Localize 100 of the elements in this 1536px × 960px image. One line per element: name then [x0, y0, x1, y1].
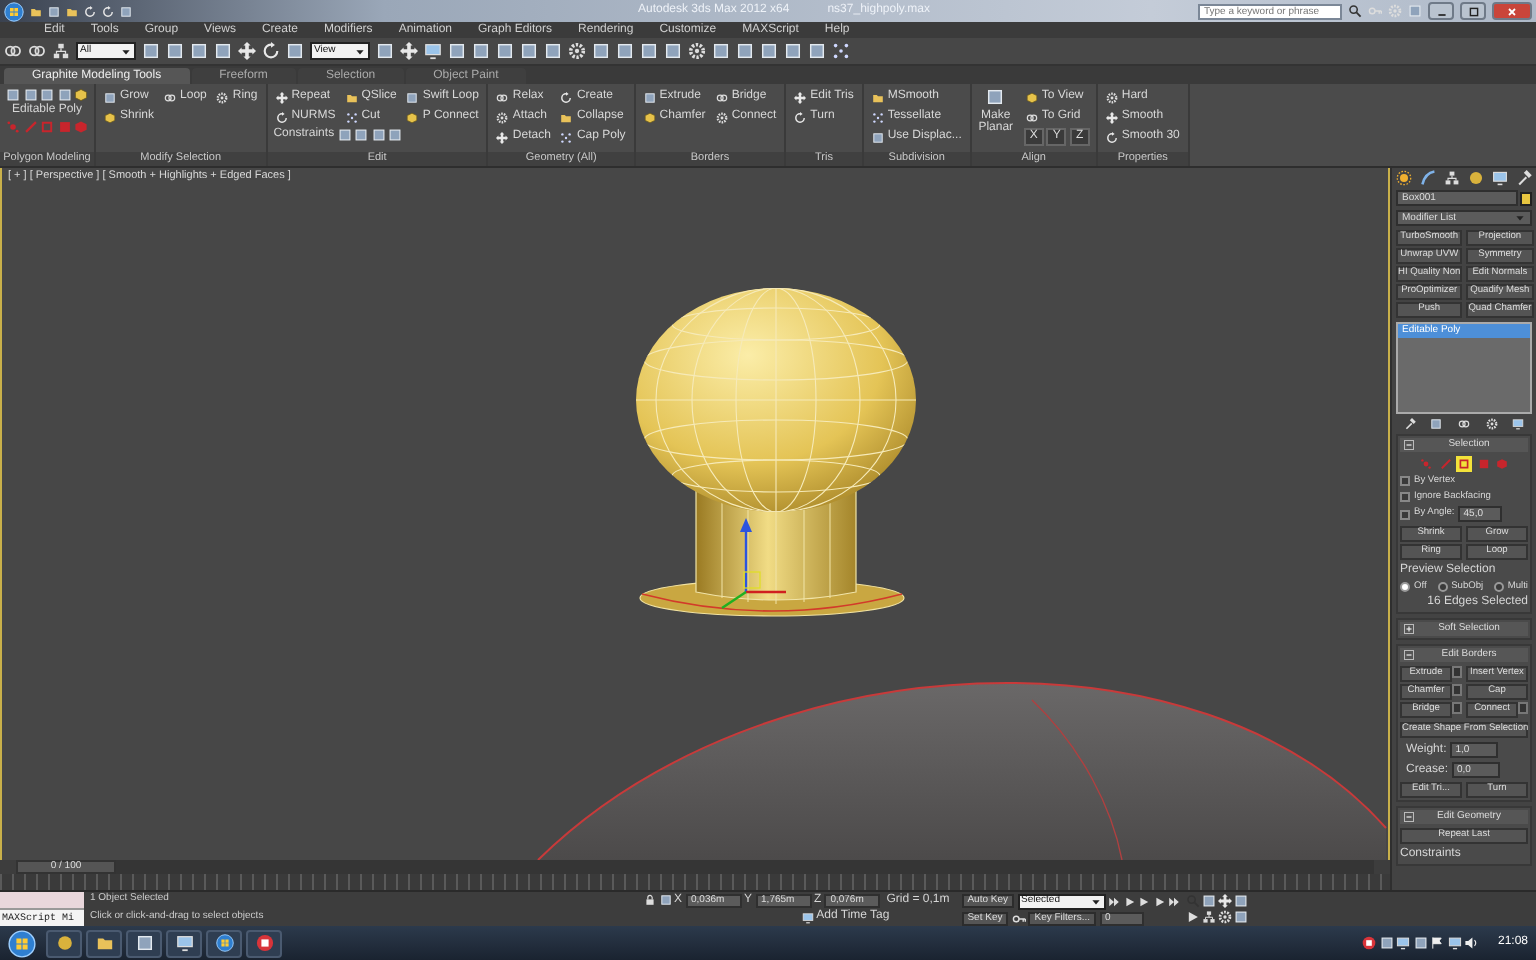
curve-icon[interactable]	[1420, 170, 1436, 186]
taskbar-app-button[interactable]	[166, 929, 202, 957]
square-icon[interactable]	[354, 128, 369, 142]
folder-icon[interactable]	[30, 5, 42, 17]
square-icon[interactable]	[664, 42, 682, 60]
cube-icon	[1025, 91, 1038, 103]
link-icon[interactable]	[1457, 418, 1470, 430]
taskbar-app-button[interactable]	[206, 929, 242, 957]
square-icon[interactable]	[1379, 936, 1394, 950]
move-icon[interactable]	[238, 42, 256, 60]
taskbar-app-button[interactable]	[246, 929, 282, 957]
hierarchy-icon[interactable]	[52, 42, 70, 60]
stop-icon[interactable]	[1362, 936, 1377, 950]
square-icon[interactable]	[40, 88, 54, 102]
square-icon[interactable]	[1430, 418, 1443, 430]
square-icon[interactable]	[544, 42, 562, 60]
link-icon	[164, 91, 177, 103]
square-icon[interactable]	[496, 42, 514, 60]
square-icon[interactable]	[472, 42, 490, 60]
square-icon[interactable]	[592, 42, 610, 60]
square-icon[interactable]	[286, 42, 304, 60]
settings-button[interactable]	[1452, 702, 1462, 715]
square-icon[interactable]	[1413, 936, 1428, 950]
folder-icon[interactable]	[66, 5, 78, 17]
square-icon[interactable]	[712, 42, 730, 60]
cube-icon[interactable]	[74, 88, 88, 102]
square-icon[interactable]	[190, 42, 208, 60]
square-icon[interactable]	[6, 88, 20, 102]
taskbar-app-button[interactable]	[86, 929, 122, 957]
move-icon	[794, 91, 807, 103]
square-icon[interactable]	[214, 42, 232, 60]
search-icon[interactable]	[1348, 4, 1362, 18]
minimize-button[interactable]	[1428, 2, 1454, 20]
square-icon[interactable]	[736, 42, 754, 60]
skip-icon[interactable]	[1168, 895, 1181, 907]
monitor-icon[interactable]	[801, 911, 814, 924]
key-icon[interactable]	[1011, 911, 1026, 925]
square-icon[interactable]	[166, 42, 184, 60]
square-icon[interactable]	[142, 42, 160, 60]
sun-icon[interactable]	[1396, 170, 1412, 186]
square-icon[interactable]	[57, 88, 71, 102]
dots-icon[interactable]	[832, 42, 850, 60]
monitor-icon[interactable]	[1512, 418, 1525, 430]
hierarchy-icon[interactable]	[1202, 910, 1217, 924]
gear-icon[interactable]	[688, 42, 706, 60]
color-swatch[interactable]	[1520, 191, 1532, 205]
settings-button[interactable]	[1518, 702, 1528, 715]
flag-icon[interactable]	[1430, 936, 1445, 950]
square-icon[interactable]	[376, 42, 394, 60]
square-icon[interactable]	[337, 128, 352, 142]
square-icon[interactable]	[448, 42, 466, 60]
monitor-icon	[175, 934, 193, 952]
square-icon[interactable]	[1234, 910, 1249, 924]
orb-icon[interactable]	[4, 1, 24, 21]
square-icon[interactable]	[808, 42, 826, 60]
dots-icon	[345, 111, 358, 123]
square-icon[interactable]	[616, 42, 634, 60]
square-icon[interactable]	[371, 128, 386, 142]
hammer-icon[interactable]	[1403, 418, 1416, 430]
circle-icon[interactable]	[1468, 170, 1484, 186]
speaker-icon[interactable]	[1464, 936, 1479, 950]
start-button[interactable]	[8, 929, 36, 957]
hierarchy-icon[interactable]	[1444, 170, 1460, 186]
lock-icon[interactable]	[644, 894, 656, 907]
square-icon[interactable]	[48, 5, 60, 17]
subobject-level-button[interactable]	[1456, 456, 1472, 472]
close-button[interactable]	[1492, 2, 1532, 20]
monitor-icon[interactable]	[1492, 170, 1508, 186]
move-icon[interactable]	[1218, 894, 1233, 908]
close-icon	[1506, 5, 1518, 17]
taskbar-app-button[interactable]	[46, 929, 82, 957]
listener-input[interactable]	[0, 892, 84, 908]
monitor-icon[interactable]	[424, 42, 442, 60]
square-icon[interactable]	[23, 88, 37, 102]
gear-icon[interactable]	[1218, 910, 1233, 924]
square-icon[interactable]	[520, 42, 538, 60]
monitor-icon[interactable]	[1447, 936, 1462, 950]
link-icon	[496, 91, 509, 103]
skip-icon[interactable]	[1108, 895, 1121, 907]
rotate-icon[interactable]	[262, 42, 280, 60]
gear-icon	[496, 111, 509, 123]
hammer-icon[interactable]	[1516, 170, 1532, 186]
maximize-button[interactable]	[1460, 2, 1486, 20]
move-icon[interactable]	[400, 42, 418, 60]
gear-icon[interactable]	[1485, 418, 1498, 430]
square-icon[interactable]	[784, 42, 802, 60]
settings-button[interactable]	[1452, 666, 1462, 679]
monitor-icon[interactable]	[1396, 936, 1411, 950]
square-icon[interactable]	[640, 42, 658, 60]
transform-gizmo-icon[interactable]	[721, 518, 786, 609]
square-icon[interactable]	[388, 128, 403, 142]
settings-button[interactable]	[1452, 684, 1462, 697]
gear-icon[interactable]	[568, 42, 586, 60]
square-icon[interactable]	[1234, 894, 1249, 908]
square-icon	[643, 91, 656, 103]
square-icon[interactable]	[1202, 894, 1217, 908]
dots-icon	[560, 131, 573, 143]
taskbar-app-button[interactable]	[126, 929, 162, 957]
square-icon[interactable]	[659, 894, 671, 907]
square-icon[interactable]	[760, 42, 778, 60]
